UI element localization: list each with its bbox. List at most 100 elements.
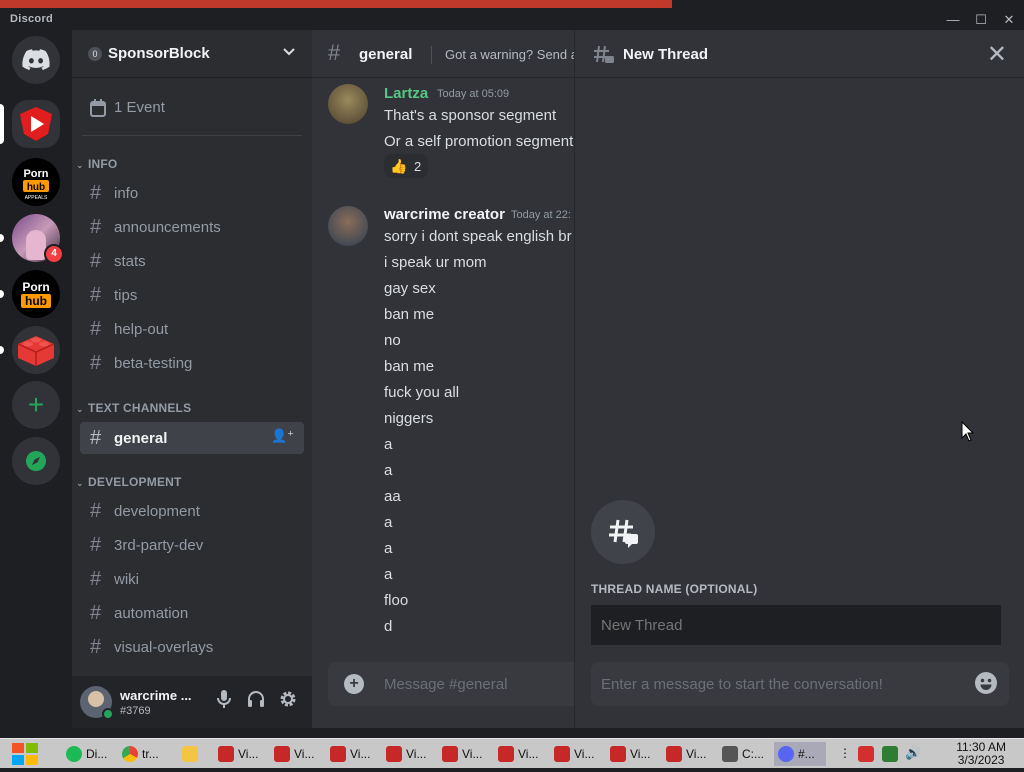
channel-help-out[interactable]: # help-out	[80, 313, 304, 345]
tray-volume[interactable]: 🔊	[902, 742, 922, 766]
taskbar-item[interactable]: Vi...	[382, 742, 434, 766]
discord-icon	[22, 49, 50, 70]
reaction-thumbs-up[interactable]: 👍 2	[384, 154, 428, 178]
taskbar-label: Vi...	[518, 747, 539, 761]
guild-header[interactable]: 0 SponsorBlock	[72, 30, 312, 78]
message-text: a	[384, 436, 393, 453]
channel-announcements[interactable]: # announcements	[80, 211, 304, 243]
system-clock[interactable]: 11:30 AM 3/3/2023	[956, 741, 1006, 767]
lego-icon	[17, 336, 55, 366]
close-icon[interactable]: ✕	[987, 40, 1007, 69]
start-button[interactable]	[8, 741, 44, 767]
taskbar-item[interactable]: Vi...	[326, 742, 378, 766]
online-status-icon	[102, 708, 114, 720]
channel-name: beta-testing	[114, 355, 193, 372]
category-text-channels[interactable]: ⌄ TEXT CHANNELS	[76, 401, 191, 415]
channel-name: help-out	[114, 321, 169, 338]
message-text: a	[384, 462, 393, 479]
category-info[interactable]: ⌄ INFO	[76, 157, 117, 171]
message-text: niggers	[384, 410, 434, 427]
channel-info[interactable]: # info	[80, 177, 304, 209]
taskbar-item[interactable]: Vi...	[270, 742, 322, 766]
emoji-picker-icon[interactable]	[975, 672, 997, 694]
message-composer[interactable]: + Message #general	[328, 662, 574, 706]
message-author[interactable]: warcrime creator	[384, 206, 505, 223]
volume-icon: 🔊	[905, 745, 922, 760]
chevron-down-icon	[282, 44, 296, 61]
server-porn-hub[interactable]: Porn hub	[12, 270, 60, 318]
chevron-down-icon: ⌄	[76, 404, 84, 414]
explore-servers-button[interactable]	[12, 437, 60, 485]
thread-message-input[interactable]: Enter a message to start the conversatio…	[591, 662, 1009, 706]
category-label: DEVELOPMENT	[88, 475, 182, 489]
hash-icon: #	[90, 250, 102, 272]
tray-flag[interactable]	[856, 742, 874, 766]
taskbar-item[interactable]: Vi...	[662, 742, 714, 766]
taskbar-item[interactable]: C:...	[718, 742, 770, 766]
attach-plus-icon[interactable]: +	[344, 674, 364, 694]
user-settings-button[interactable]	[276, 690, 300, 714]
events-button[interactable]: 1 Event	[80, 92, 304, 124]
channel-stats[interactable]: # stats	[80, 245, 304, 277]
channel-name: automation	[114, 605, 189, 622]
channel-general[interactable]: # general 👤⁺	[80, 422, 304, 454]
app-title: Discord	[10, 13, 54, 25]
channel-3rd-party-dev[interactable]: #3rd-party-dev	[80, 529, 304, 561]
video-icon	[666, 746, 682, 762]
author-avatar[interactable]	[328, 84, 368, 124]
channel-name: announcements	[114, 219, 221, 236]
divider	[82, 135, 302, 136]
maximize-button[interactable]: ☐	[970, 10, 992, 30]
taskbar-item[interactable]: Di...	[62, 742, 114, 766]
hash-icon: #	[90, 352, 102, 374]
add-server-button[interactable]: +	[12, 381, 60, 429]
events-label: 1 Event	[114, 99, 165, 116]
message-author[interactable]: Lartza	[384, 85, 428, 102]
server-porn-hub-appeals[interactable]: Porn hub APPEALS	[12, 158, 60, 206]
folder-icon	[182, 746, 198, 762]
mute-button[interactable]	[212, 690, 236, 714]
channel-name: wiki	[114, 571, 139, 588]
taskbar-label: Vi...	[350, 747, 371, 761]
taskbar-item[interactable]: Vi...	[438, 742, 490, 766]
taskbar-item[interactable]: Vi...	[214, 742, 266, 766]
taskbar-item[interactable]: tr...	[118, 742, 170, 766]
taskbar-item[interactable]: Vi...	[550, 742, 602, 766]
channel-automation[interactable]: # automation	[80, 597, 304, 629]
channel-topic[interactable]: Got a warning? Send a	[445, 47, 574, 62]
taskbar-item[interactable]	[178, 742, 208, 766]
hash-icon: #	[90, 182, 102, 204]
minimize-button[interactable]: —	[942, 10, 964, 30]
close-window-button[interactable]: ✕	[998, 10, 1020, 30]
server-sponsorblock[interactable]	[12, 100, 60, 148]
guild-name: SponsorBlock	[108, 45, 210, 62]
tray-overflow-button[interactable]: ⋮	[834, 742, 851, 766]
message-text: no	[384, 332, 401, 349]
deafen-button[interactable]	[244, 690, 268, 714]
channel-visual-overlays[interactable]: # visual-overlays	[80, 631, 304, 663]
create-invite-icon[interactable]: 👤⁺	[271, 428, 294, 444]
channel-development[interactable]: # development	[80, 495, 304, 527]
thread-name-label: THREAD NAME (OPTIONAL)	[591, 582, 758, 596]
tray-network[interactable]	[880, 742, 898, 766]
direct-messages-button[interactable]	[12, 36, 60, 84]
headphones-icon	[248, 691, 264, 707]
thread-name-input[interactable]	[591, 605, 1001, 645]
thread-large-icon	[591, 500, 655, 564]
chat-pane: # general Got a warning? Send a Lartza T…	[312, 30, 574, 728]
author-avatar[interactable]	[328, 206, 368, 246]
composer-placeholder: Message #general	[384, 676, 508, 693]
hash-icon: #	[90, 636, 102, 658]
channel-beta-testing[interactable]: # beta-testing	[80, 347, 304, 379]
hash-icon: #	[90, 602, 102, 624]
microphone-icon	[217, 690, 231, 708]
chat-header: # general Got a warning? Send a	[312, 30, 574, 78]
taskbar-item-active[interactable]: #...	[774, 742, 826, 766]
channel-title: general	[359, 46, 413, 63]
server-lego[interactable]	[12, 326, 60, 374]
taskbar-item[interactable]: Vi...	[494, 742, 546, 766]
taskbar-item[interactable]: Vi...	[606, 742, 658, 766]
channel-tips[interactable]: # tips	[80, 279, 304, 311]
category-development[interactable]: ⌄ DEVELOPMENT	[76, 475, 182, 489]
channel-wiki[interactable]: # wiki	[80, 563, 304, 595]
